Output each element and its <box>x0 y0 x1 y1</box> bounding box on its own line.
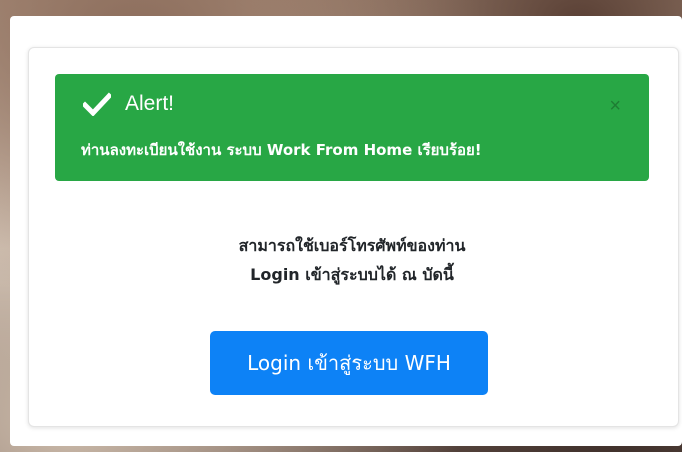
info-line-2: Login เข้าสู่ระบบได้ ณ บัดนี้ <box>250 265 454 284</box>
close-icon[interactable]: × <box>609 96 621 116</box>
info-line-1: สามารถใช้เบอร์โทรศัพท์ของท่าน <box>238 236 466 255</box>
alert-message: ท่านลงทะเบียนใช้งาน ระบบ Work From Home … <box>81 141 482 159</box>
info-text: สามารถใช้เบอร์โทรศัพท์ของท่าน Login เข้า… <box>55 231 649 289</box>
success-alert: Alert! × ท่านลงทะเบียนใช้งาน ระบบ Work F… <box>55 74 649 181</box>
check-icon <box>83 92 111 116</box>
alert-header: Alert! <box>83 92 174 116</box>
alert-title: Alert! <box>125 92 175 115</box>
login-button[interactable]: Login เข้าสู่ระบบ WFH <box>210 331 488 395</box>
